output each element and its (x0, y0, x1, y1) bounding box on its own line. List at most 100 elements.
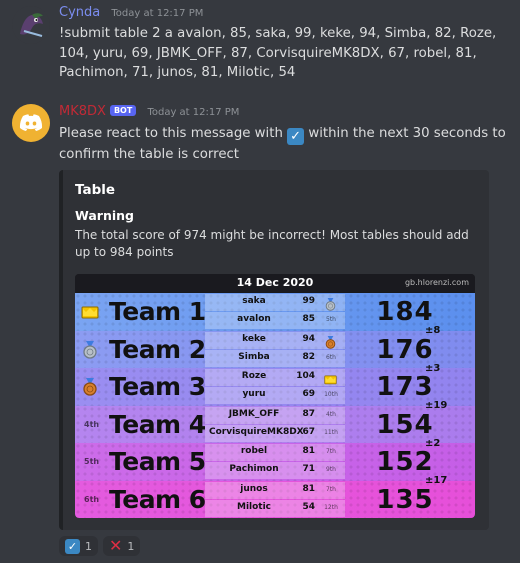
team-row: 6th Team 6 junos 81 7th Milotic 54 12th 135 (75, 480, 475, 518)
player-row: JBMK_OFF 87 4th (205, 406, 345, 424)
player-row: CorvisquireMK8DX 67 11th (205, 424, 345, 442)
reactions-bar: ✓ 1 ✕ 1 (59, 536, 141, 556)
player-score: 54 (302, 501, 315, 512)
player-name: Milotic (236, 501, 272, 512)
player-list: junos 81 7th Milotic 54 12th (205, 481, 345, 518)
team-total: 176 (376, 334, 434, 365)
player-place: 7th (326, 448, 336, 455)
silver-medal-icon (81, 340, 99, 359)
rank-label: 4th (84, 419, 100, 429)
check-icon: ✓ (287, 128, 305, 145)
timestamp: Today at 12:17 PM (147, 107, 240, 118)
player-place: 4th (326, 410, 336, 418)
player-score: 94 (302, 333, 315, 344)
player-score: 82 (302, 351, 315, 362)
player-row: junos 81 7th (205, 481, 345, 499)
silver-medal-icon (324, 296, 337, 311)
team-total: 154 (376, 409, 434, 440)
message-text: Please react to this message with ✓ with… (59, 124, 509, 165)
team-row: 5th Team 5 robel 81 7th Pachimon 71 9th 152 ±… (75, 443, 475, 486)
team-total: 135 (376, 484, 434, 515)
player-score: 81 (302, 446, 315, 456)
player-name: Simba (238, 351, 270, 362)
player-place: 6th (326, 353, 336, 361)
player-score: 99 (302, 296, 315, 306)
bot-tag: BOT (109, 105, 137, 116)
player-name: avalon (237, 314, 271, 324)
results-table-image[interactable]: 14 Dec 2020 gb.hlorenzi.com Team 1 saka … (75, 274, 475, 518)
reaction-count: 1 (127, 539, 135, 553)
message-text-before: Please react to this message with (59, 126, 288, 141)
bronze-medal-icon (81, 378, 99, 396)
team-name: Team 6 (109, 484, 206, 514)
team-name: Team 3 (109, 372, 206, 401)
bot-avatar[interactable] (12, 104, 50, 142)
embed-title: Table (75, 182, 116, 198)
player-list: robel 81 7th Pachimon 71 9th (205, 444, 345, 480)
player-row: Simba 82 6th (205, 349, 345, 367)
player-place: 11th (324, 428, 338, 436)
team-name: Team 2 (109, 334, 206, 364)
player-name: CorvisquireMK8DX (209, 426, 304, 437)
player-place: 5th (326, 316, 336, 323)
player-name: junos (240, 483, 268, 494)
player-name: yuru (242, 389, 266, 399)
player-row: saka 99 (205, 294, 345, 311)
team-row: 4th Team 4 JBMK_OFF 87 4th CorvisquireMK8D… (75, 405, 475, 449)
player-place: 10th (324, 391, 338, 398)
player-score: 81 (302, 483, 315, 494)
player-place: 7th (326, 485, 336, 493)
team-total: 173 (376, 372, 434, 402)
reaction-x[interactable]: ✕ 1 (103, 536, 141, 556)
crown-icon (324, 371, 337, 385)
table-source: gb.hlorenzi.com (404, 278, 469, 287)
team-name: Team 1 (109, 297, 206, 326)
player-row: avalon 85 5th (205, 312, 345, 329)
rank-label: 6th (84, 494, 100, 504)
team-name: Team 4 (109, 409, 206, 439)
player-list: JBMK_OFF 87 4th CorvisquireMK8DX 67 11th (205, 406, 345, 443)
player-name: JBMK_OFF (228, 408, 280, 419)
reaction-count: 1 (85, 539, 92, 553)
player-name: keke (242, 333, 266, 344)
player-list: saka 99 avalon 85 5th (205, 294, 345, 330)
player-row: robel 81 7th (205, 444, 345, 461)
player-score: 69 (302, 389, 315, 399)
player-row: Milotic 54 12th (205, 499, 345, 517)
player-list: keke 94 Simba 82 6th (205, 331, 345, 368)
team-name: Team 5 (109, 447, 206, 476)
team-gap: ±2 (425, 437, 441, 449)
player-name: Pachimon (229, 464, 279, 474)
player-score: 104 (296, 371, 315, 381)
rank-label: 5th (84, 457, 100, 466)
username[interactable]: Cynda (59, 5, 100, 20)
embed-field-value: The total score of 974 might be incorrec… (75, 228, 469, 259)
player-score: 71 (302, 464, 315, 474)
player-row: Pachimon 71 9th (205, 462, 345, 479)
player-name: robel (240, 446, 268, 456)
embed: Table Warning The total score of 974 mig… (59, 170, 489, 530)
team-row: Team 2 keke 94 Simba 82 6th 176 ±3 (75, 330, 475, 374)
team-gap: ±8 (425, 325, 441, 336)
user-avatar[interactable] (12, 6, 50, 44)
message-text: !submit table 2 a avalon, 85, saka, 99, … (59, 26, 497, 80)
message-header: Cynda Today at 12:17 PM (59, 5, 203, 20)
embed-field-name: Warning (75, 208, 134, 223)
player-row: yuru 69 10th (205, 387, 345, 404)
team-total: 152 (376, 447, 434, 477)
player-list: Roze 104 yuru 69 10th (205, 369, 345, 405)
username[interactable]: MK8DX (59, 104, 106, 119)
team-total: 184 (376, 297, 434, 327)
player-row: keke 94 (205, 331, 345, 349)
x-icon: ✕ (109, 536, 123, 555)
reaction-check[interactable]: ✓ 1 (59, 536, 98, 556)
player-place: 9th (326, 466, 336, 473)
player-place: 12th (324, 503, 338, 511)
player-score: 87 (302, 408, 315, 419)
check-icon: ✓ (65, 538, 80, 554)
discord-logo-icon (19, 114, 43, 131)
crown-icon (81, 303, 99, 321)
team-row: Team 3 Roze 104 yuru 69 10th 173 ±19 (75, 368, 475, 411)
table-header: 14 Dec 2020 gb.hlorenzi.com (75, 274, 475, 292)
message-header: MK8DX BOT Today at 12:17 PM (59, 104, 239, 119)
